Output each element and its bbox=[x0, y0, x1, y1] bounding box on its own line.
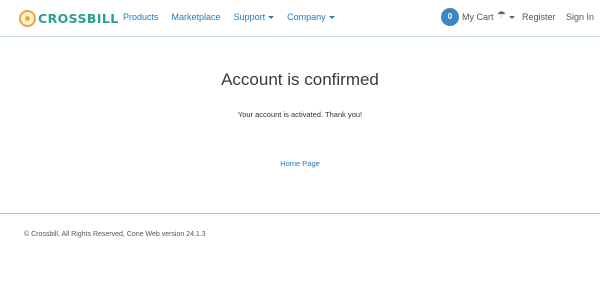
bird-logo-icon bbox=[19, 9, 36, 27]
register-link[interactable]: Register bbox=[522, 12, 556, 22]
chevron-down-icon bbox=[328, 16, 335, 19]
sign-in-link[interactable]: Sign In bbox=[566, 12, 594, 22]
umbrella-icon[interactable]: ☂ bbox=[497, 10, 506, 21]
footer-divider bbox=[0, 213, 600, 214]
nav-products-link[interactable]: Products bbox=[123, 12, 159, 22]
my-cart-link[interactable]: My Cart bbox=[462, 12, 494, 22]
home-page-link[interactable]: Home Page bbox=[280, 159, 320, 168]
crossbill-logo[interactable]: CROSSBILL bbox=[19, 9, 119, 27]
confirmation-message: Your account is activated. Thank you! bbox=[237, 110, 363, 119]
nav-support-dropdown[interactable]: Support bbox=[234, 12, 275, 22]
nav-company-label: Company bbox=[287, 12, 326, 22]
home-link-container: Home Page bbox=[0, 159, 600, 168]
nav-marketplace-link[interactable]: Marketplace bbox=[172, 12, 221, 22]
chevron-down-icon bbox=[268, 16, 275, 19]
main-nav: Products Marketplace Support Company bbox=[123, 12, 348, 22]
nav-support-label: Support bbox=[233, 12, 266, 22]
cart-count-badge[interactable]: 0 bbox=[441, 8, 459, 26]
footer-copyright: © Crossbill, All Rights Reserved, Cone W… bbox=[24, 231, 206, 238]
nav-company-dropdown[interactable]: Company bbox=[287, 12, 335, 22]
chevron-down-icon[interactable] bbox=[509, 16, 515, 19]
top-navbar: CROSSBILL Products Marketplace Support C… bbox=[0, 0, 600, 37]
page-title: Account is confirmed bbox=[221, 70, 379, 89]
logo-text: CROSSBILL bbox=[38, 10, 119, 26]
